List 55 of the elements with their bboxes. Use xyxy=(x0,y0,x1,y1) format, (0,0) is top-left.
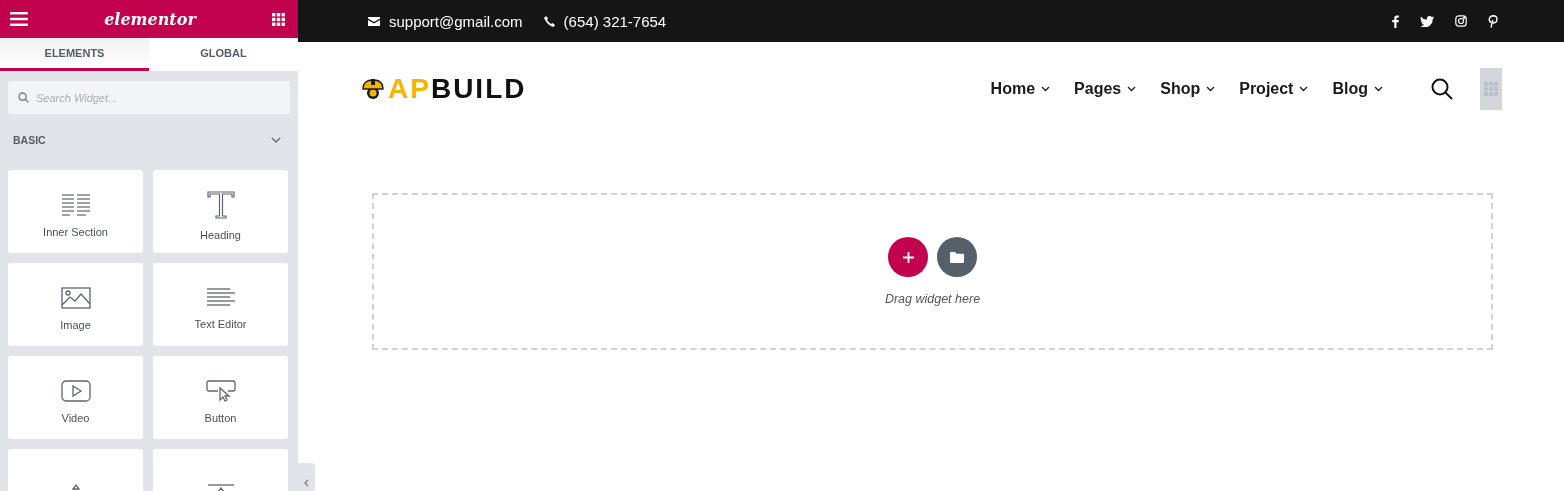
widget-label: Inner Section xyxy=(43,225,108,238)
helmet-gear-icon xyxy=(362,78,384,100)
collapse-handle[interactable] xyxy=(298,463,315,491)
add-section-button[interactable] xyxy=(888,237,928,277)
image-icon xyxy=(60,286,91,309)
drop-hint: Drag widget here xyxy=(884,292,981,306)
widget-label: Video xyxy=(61,411,90,424)
nav-link[interactable]: Project xyxy=(1239,80,1309,98)
email-text: support@gmail.com xyxy=(389,12,523,30)
text-lines-icon xyxy=(205,287,236,308)
chevron-left-icon xyxy=(304,479,309,487)
nav-link[interactable]: Pages xyxy=(1074,80,1137,98)
columns-icon xyxy=(60,193,91,216)
plus-icon xyxy=(902,251,914,263)
pinterest-icon[interactable] xyxy=(1488,14,1498,28)
phone-text: (654) 321-7654 xyxy=(563,12,667,30)
widget-tile[interactable]: Video xyxy=(8,356,143,439)
letter-t-icon xyxy=(206,190,235,219)
grid-icon[interactable] xyxy=(272,12,285,26)
nav-link[interactable]: Blog xyxy=(1332,80,1383,98)
folder-icon xyxy=(950,251,964,263)
widget-label: Button xyxy=(204,411,237,424)
widget-tile[interactable]: Inner Section xyxy=(8,170,143,253)
caret-icon xyxy=(1127,86,1137,92)
widget-tile[interactable]: Heading xyxy=(153,170,288,253)
widget-tile[interactable]: Image xyxy=(8,263,143,346)
twitter-icon[interactable] xyxy=(1420,15,1434,27)
envelope-icon xyxy=(368,16,380,26)
instagram-icon[interactable] xyxy=(1455,15,1467,27)
category-header[interactable]: BASIC xyxy=(0,126,298,154)
menu-icon[interactable] xyxy=(10,12,28,26)
app-logo: elementor xyxy=(104,9,196,29)
nav-link[interactable]: Shop xyxy=(1160,80,1216,98)
widget-label: Text Editor xyxy=(194,317,247,330)
cursor-button-icon xyxy=(205,379,236,402)
template-library-button[interactable] xyxy=(937,237,977,277)
phone-icon xyxy=(543,15,555,27)
facebook-icon[interactable] xyxy=(1392,14,1399,28)
caret-icon xyxy=(1299,86,1309,92)
widget-label: Image xyxy=(60,318,91,331)
search-field[interactable]: Search Widget... xyxy=(8,81,290,114)
category-label: BASIC xyxy=(13,134,46,146)
grid-icon xyxy=(1484,82,1498,96)
play-icon xyxy=(60,379,91,402)
caret-icon xyxy=(1374,86,1383,92)
site-logo-text: APBUILD xyxy=(388,73,527,105)
caret-icon xyxy=(1041,86,1051,92)
search-icon[interactable] xyxy=(1431,78,1453,100)
widget-tile[interactable]: Button xyxy=(153,356,288,439)
widget-label: Heading xyxy=(200,228,241,241)
widget-tile[interactable]: Text Editor xyxy=(153,263,288,346)
nav-link[interactable]: Home xyxy=(990,80,1051,98)
search-icon xyxy=(18,92,29,103)
panel-tab[interactable]: ELEMENTS xyxy=(0,38,149,71)
caret-icon xyxy=(1206,86,1216,92)
